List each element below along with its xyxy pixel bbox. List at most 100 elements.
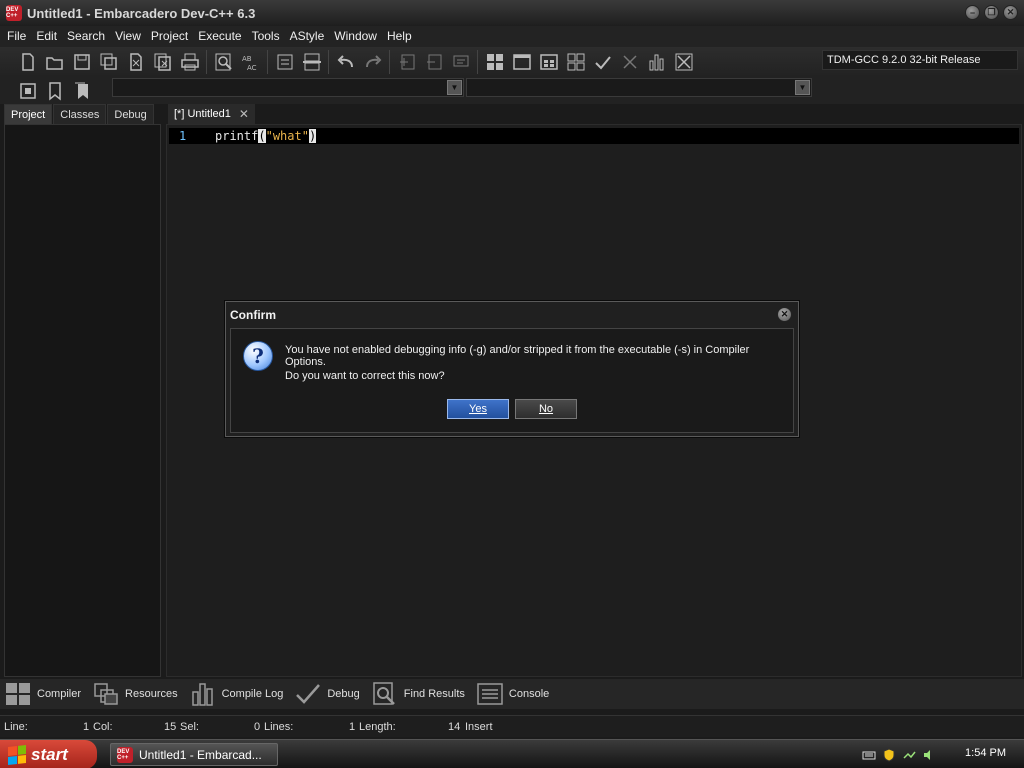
delete-profile-button[interactable] [670, 49, 697, 75]
checkmark-icon [296, 684, 321, 704]
taskbar-item-devcpp[interactable]: DEV C++ Untitled1 - Embarcad... [110, 743, 278, 766]
tab-find-results[interactable]: Find Results [372, 682, 465, 706]
dialog-question: Do you want to correct this now? [285, 370, 445, 382]
menu-file[interactable]: File [2, 26, 31, 47]
chevron-down-icon[interactable]: ▼ [447, 80, 462, 95]
tab-label: Debug [327, 688, 360, 700]
menu-help[interactable]: Help [382, 26, 417, 47]
print-icon [180, 53, 199, 71]
close-icon[interactable]: ✕ [777, 307, 792, 322]
project-browser[interactable] [4, 124, 161, 677]
open-button[interactable] [41, 49, 68, 75]
indent-icon [277, 54, 292, 70]
compile-run-button[interactable] [535, 49, 562, 75]
tab-untitled1[interactable]: [*] Untitled1 ✕ [168, 104, 255, 124]
bar-chart-icon [191, 683, 213, 706]
compile-button[interactable] [481, 49, 508, 75]
app-logo-icon[interactable]: DEV C++ [6, 5, 22, 21]
insert-button[interactable] [14, 78, 41, 104]
run-button[interactable] [508, 49, 535, 75]
rebuild-button[interactable] [562, 49, 589, 75]
tab-label: Compiler [37, 688, 82, 700]
status-col-value: 15 [164, 721, 177, 733]
print-button[interactable] [176, 49, 203, 75]
folder-open-icon [45, 57, 63, 70]
save-button[interactable] [68, 49, 95, 75]
toggle-bookmark-button[interactable] [41, 78, 68, 104]
menu-tools[interactable]: Tools [247, 26, 285, 47]
yes-button[interactable]: Yes [447, 399, 509, 419]
close-all-icon [154, 53, 171, 71]
tab-debug[interactable]: Debug [107, 104, 154, 124]
windows-logo-icon [8, 744, 26, 765]
menu-project[interactable]: Project [146, 26, 193, 47]
tab-classes[interactable]: Classes [53, 104, 107, 124]
minimize-icon[interactable]: − [965, 5, 980, 20]
close-file-button[interactable] [122, 49, 149, 75]
tab-console[interactable]: Console [477, 682, 549, 706]
class-combobox[interactable]: ▼ [112, 78, 464, 97]
tab-compiler[interactable]: Compiler [5, 682, 81, 706]
volume-icon[interactable] [922, 748, 936, 762]
menu-edit[interactable]: Edit [31, 26, 62, 47]
no-button[interactable]: No [515, 399, 577, 419]
replace-button[interactable]: AB AC [237, 49, 264, 75]
status-bar: Line: 1 Col: 15 Sel: 0 Lines: 1 Length: … [0, 715, 1024, 737]
tab-debug-output[interactable]: Debug [295, 682, 360, 706]
project-options-button[interactable] [447, 49, 474, 75]
add-to-project-button[interactable] [393, 49, 420, 75]
compiler-select[interactable]: TDM-GCC 9.2.0 32-bit Release [822, 50, 1018, 70]
save-all-button[interactable] [95, 49, 122, 75]
start-button[interactable]: start [0, 740, 97, 768]
window-controls: − ❐ ✕ [965, 5, 1018, 20]
shield-icon[interactable] [882, 747, 896, 762]
function-combobox[interactable]: ▼ [466, 78, 812, 97]
goto-bookmark-button[interactable] [68, 78, 95, 104]
status-sel-label: Sel: [180, 721, 199, 733]
status-length-label: Length: [359, 721, 396, 733]
menu-astyle[interactable]: AStyle [285, 26, 330, 47]
syntax-check-button[interactable] [589, 49, 616, 75]
undo-button[interactable] [332, 49, 359, 75]
toolbar-separator [267, 50, 268, 74]
profile-button[interactable] [643, 49, 670, 75]
title-bar: DEV C++ Untitled1 - Embarcadero Dev-C++ … [0, 0, 1024, 26]
remove-from-project-button[interactable] [420, 49, 447, 75]
restore-icon[interactable]: ❐ [984, 5, 999, 20]
chevron-down-icon[interactable]: ▼ [795, 80, 810, 95]
close-all-button[interactable] [149, 49, 176, 75]
clean-button[interactable] [616, 49, 643, 75]
find-button[interactable] [210, 49, 237, 75]
dialog-body: ? You have not enabled debugging info (-… [230, 328, 794, 433]
tab-resources[interactable]: Resources [93, 682, 178, 706]
indent-button[interactable] [271, 49, 298, 75]
keyboard-icon[interactable] [862, 748, 876, 762]
replace-icon: ABAC [242, 55, 257, 72]
window-title: Untitled1 - Embarcadero Dev-C++ 6.3 [27, 5, 256, 21]
redo-button[interactable] [359, 49, 386, 75]
close-icon[interactable]: ✕ [1003, 5, 1018, 20]
status-mode: Insert [465, 721, 493, 733]
svg-text:AC: AC [247, 64, 257, 72]
new-file-button[interactable] [14, 49, 41, 75]
left-panel-tabs: Project Classes Debug [4, 104, 155, 124]
menu-execute[interactable]: Execute [193, 26, 246, 47]
toolbar-separator [206, 50, 207, 74]
code-open-paren: ( [258, 129, 266, 143]
delete-profile-icon [675, 53, 692, 71]
unindent-button[interactable] [298, 49, 325, 75]
close-tab-icon[interactable]: ✕ [239, 104, 249, 124]
menu-search[interactable]: Search [62, 26, 110, 47]
tab-label: Find Results [403, 688, 465, 700]
tab-project[interactable]: Project [4, 104, 53, 124]
status-lines-value: 1 [349, 721, 356, 733]
line-number: 1 [179, 129, 187, 143]
menu-window[interactable]: Window [329, 26, 382, 47]
network-icon[interactable] [902, 748, 916, 762]
question-icon: ? [243, 341, 273, 371]
tab-label: Compile Log [221, 688, 284, 700]
tab-compile-log[interactable]: Compile Log [190, 682, 284, 706]
redo-icon [365, 55, 381, 68]
confirm-dialog: Confirm ✕ ? You have not enabled debuggi… [225, 301, 799, 437]
menu-view[interactable]: View [110, 26, 146, 47]
